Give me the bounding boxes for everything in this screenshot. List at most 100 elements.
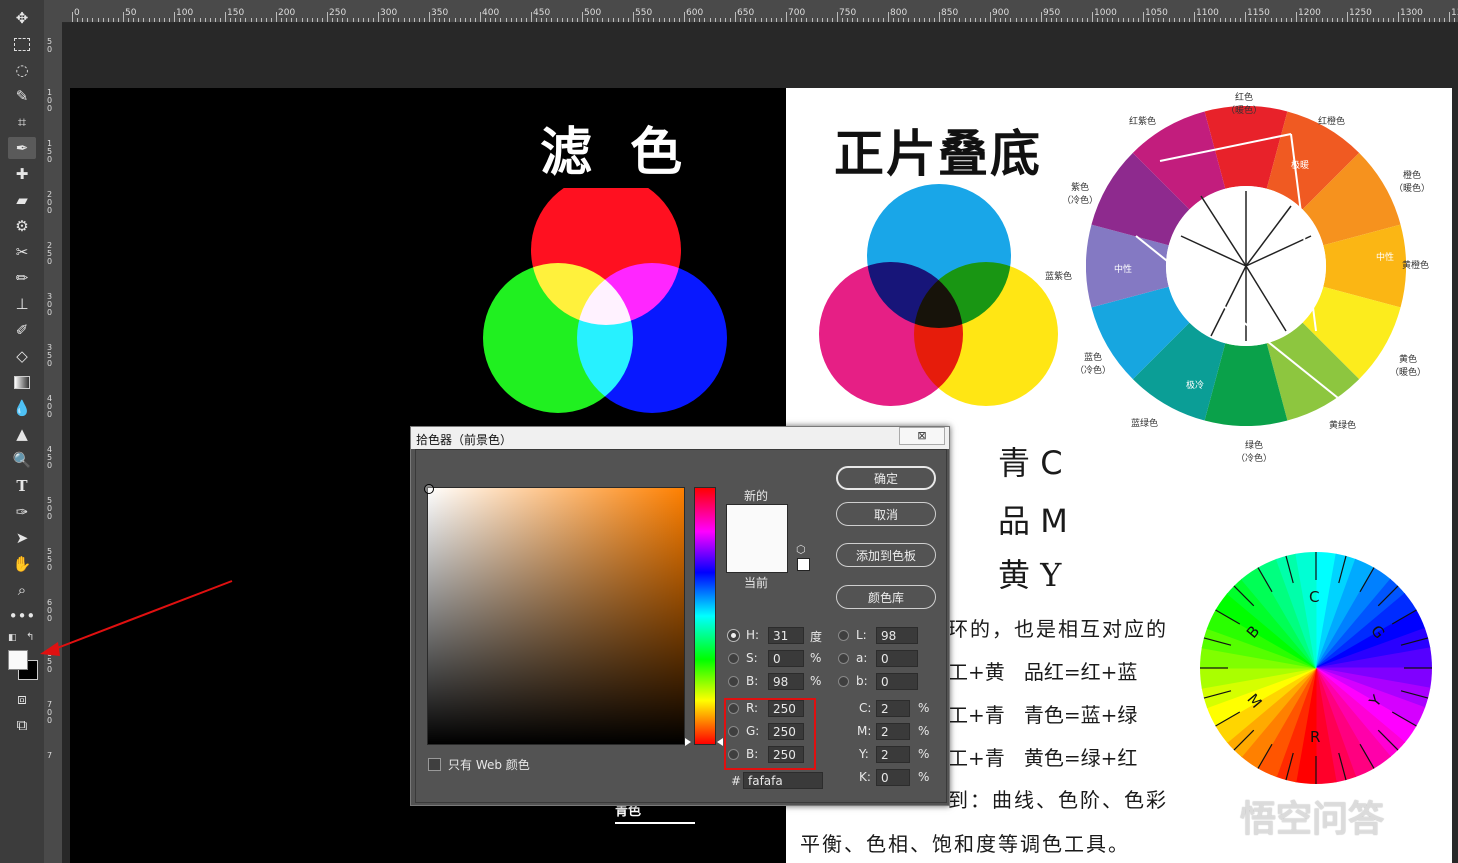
- gamut-cube-icon[interactable]: ⬡: [796, 543, 806, 556]
- current-color-swatch[interactable]: [726, 538, 788, 573]
- color-field-cursor[interactable]: [424, 484, 434, 494]
- eyedropper-icon[interactable]: ✒: [8, 137, 36, 159]
- move-icon[interactable]: ✥: [8, 7, 36, 29]
- history-brush-icon[interactable]: ✐: [8, 319, 36, 341]
- dialog-titlebar[interactable]: 拾色器（前景色） ⊠: [411, 427, 949, 449]
- current-color-label: 当前: [744, 576, 769, 590]
- vertical-ruler: 50 100 150 200 250 300 350 400 450 500 550 600 650 70…: [44, 22, 63, 863]
- screen-mode-icon[interactable]: ⧉: [8, 714, 36, 736]
- ruler-subtick: [826, 18, 828, 22]
- ruler-tick: [1092, 12, 1093, 22]
- gradient-icon[interactable]: [8, 371, 36, 393]
- h-radio[interactable]: [728, 630, 739, 641]
- web-only-checkbox[interactable]: [428, 758, 441, 771]
- hand-icon[interactable]: ✋: [8, 553, 36, 575]
- ruler-subtick: [1321, 18, 1323, 22]
- ruler-subtick: [913, 18, 915, 22]
- ruler-subtick: [158, 18, 160, 22]
- lab-b-field[interactable]: 0: [876, 673, 918, 690]
- k-field[interactable]: 0: [876, 769, 910, 786]
- blur-icon[interactable]: 💧: [8, 397, 36, 419]
- web-safe-swatch[interactable]: [797, 558, 810, 571]
- add-to-swatches-button[interactable]: 添加到色板: [836, 543, 936, 567]
- c-field[interactable]: 2: [876, 700, 910, 717]
- foreground-color-swatch[interactable]: [8, 650, 28, 670]
- ruler-subtick: [1413, 18, 1415, 22]
- sharpen-icon[interactable]: ▲: [8, 423, 36, 445]
- close-button[interactable]: ⊠: [899, 427, 945, 445]
- ruler-label: 50: [125, 8, 137, 18]
- quick-select-icon[interactable]: ✎: [8, 85, 36, 107]
- zoom-icon[interactable]: ⌕: [8, 579, 36, 601]
- frame-icon[interactable]: ⚙: [8, 215, 36, 237]
- ruler-subtick: [439, 18, 441, 22]
- ruler-subtick: [403, 18, 405, 22]
- m-field[interactable]: 2: [876, 723, 910, 740]
- pen-icon[interactable]: ✑: [8, 501, 36, 523]
- lasso-icon[interactable]: ◌: [8, 59, 36, 81]
- ruler-subtick: [908, 18, 910, 22]
- dodge-icon[interactable]: 🔍: [8, 449, 36, 471]
- s-radio[interactable]: [728, 653, 739, 664]
- cancel-button[interactable]: 取消: [836, 502, 936, 526]
- brush-icon[interactable]: ✏: [8, 267, 36, 289]
- more-icon[interactable]: •••: [8, 605, 36, 627]
- ruler-subtick: [168, 18, 170, 22]
- ruler-subtick: [954, 18, 956, 22]
- hue-slider[interactable]: [694, 487, 716, 745]
- hue-slider-handle-left[interactable]: [685, 738, 691, 746]
- hue-slider-handle-right[interactable]: [717, 738, 723, 746]
- l-field[interactable]: 98: [876, 627, 918, 644]
- ruler-subtick: [877, 18, 879, 22]
- h-field[interactable]: 31: [768, 627, 804, 644]
- rgb-cmy-wheel: [1200, 552, 1432, 784]
- color-libraries-button[interactable]: 颜色库: [836, 585, 936, 609]
- a-field[interactable]: 0: [876, 650, 918, 667]
- wheel-label-red-purple: 红紫色: [1129, 117, 1157, 127]
- text-line-2: 工+黄 品红=红+蓝: [948, 660, 1138, 684]
- path-select-icon[interactable]: ➤: [8, 527, 36, 549]
- bandage-icon[interactable]: ▰: [8, 189, 36, 211]
- text-line-3: 工+青 青色=蓝+绿: [948, 703, 1138, 727]
- ruler-subtick: [995, 18, 997, 22]
- marquee-icon[interactable]: [8, 33, 36, 55]
- ruler-subtick: [944, 18, 946, 22]
- ruler-label: 250: [47, 241, 53, 266]
- ruler-subtick: [714, 18, 716, 22]
- ruler-subtick: [1071, 18, 1073, 22]
- ruler-subtick: [806, 18, 808, 22]
- ruler-label: 100: [47, 88, 53, 113]
- healing-icon[interactable]: ✚: [8, 163, 36, 185]
- transform-icon[interactable]: ✂: [8, 241, 36, 263]
- ruler-subtick: [658, 18, 660, 22]
- s-field[interactable]: 0: [768, 650, 804, 667]
- b-field[interactable]: 98: [768, 673, 804, 690]
- ruler-subtick: [1229, 18, 1231, 22]
- ruler-subtick: [1239, 18, 1241, 22]
- ruler-subtick: [903, 18, 905, 22]
- type-icon[interactable]: T: [8, 475, 36, 497]
- ok-button[interactable]: 确定: [836, 466, 936, 490]
- ruler-tick: [1398, 12, 1399, 22]
- swap-colors-icon[interactable]: ↰: [26, 632, 34, 643]
- ruler-subtick: [1234, 18, 1236, 22]
- ruler-subtick: [117, 18, 119, 22]
- y-field[interactable]: 2: [876, 746, 910, 763]
- ruler-subtick: [964, 18, 966, 22]
- saturation-brightness-field[interactable]: [424, 484, 685, 745]
- quick-mask-icon[interactable]: ⧈: [8, 688, 36, 710]
- eraser-icon[interactable]: ◇: [8, 345, 36, 367]
- a-radio[interactable]: [838, 653, 849, 664]
- ruler-subtick: [306, 18, 308, 22]
- stamp-icon[interactable]: ⊥: [8, 293, 36, 315]
- ruler-subtick: [311, 18, 313, 22]
- ruler-subtick: [770, 18, 772, 22]
- crop-icon[interactable]: ⌗: [8, 111, 36, 133]
- ruler-subtick: [1408, 18, 1410, 22]
- default-colors-icon[interactable]: ◧: [8, 633, 18, 643]
- b-radio[interactable]: [728, 676, 739, 687]
- lab-b-radio[interactable]: [838, 676, 849, 687]
- hex-field[interactable]: fafafa: [743, 772, 823, 789]
- ruler-subtick: [1270, 18, 1272, 22]
- l-radio[interactable]: [838, 630, 849, 641]
